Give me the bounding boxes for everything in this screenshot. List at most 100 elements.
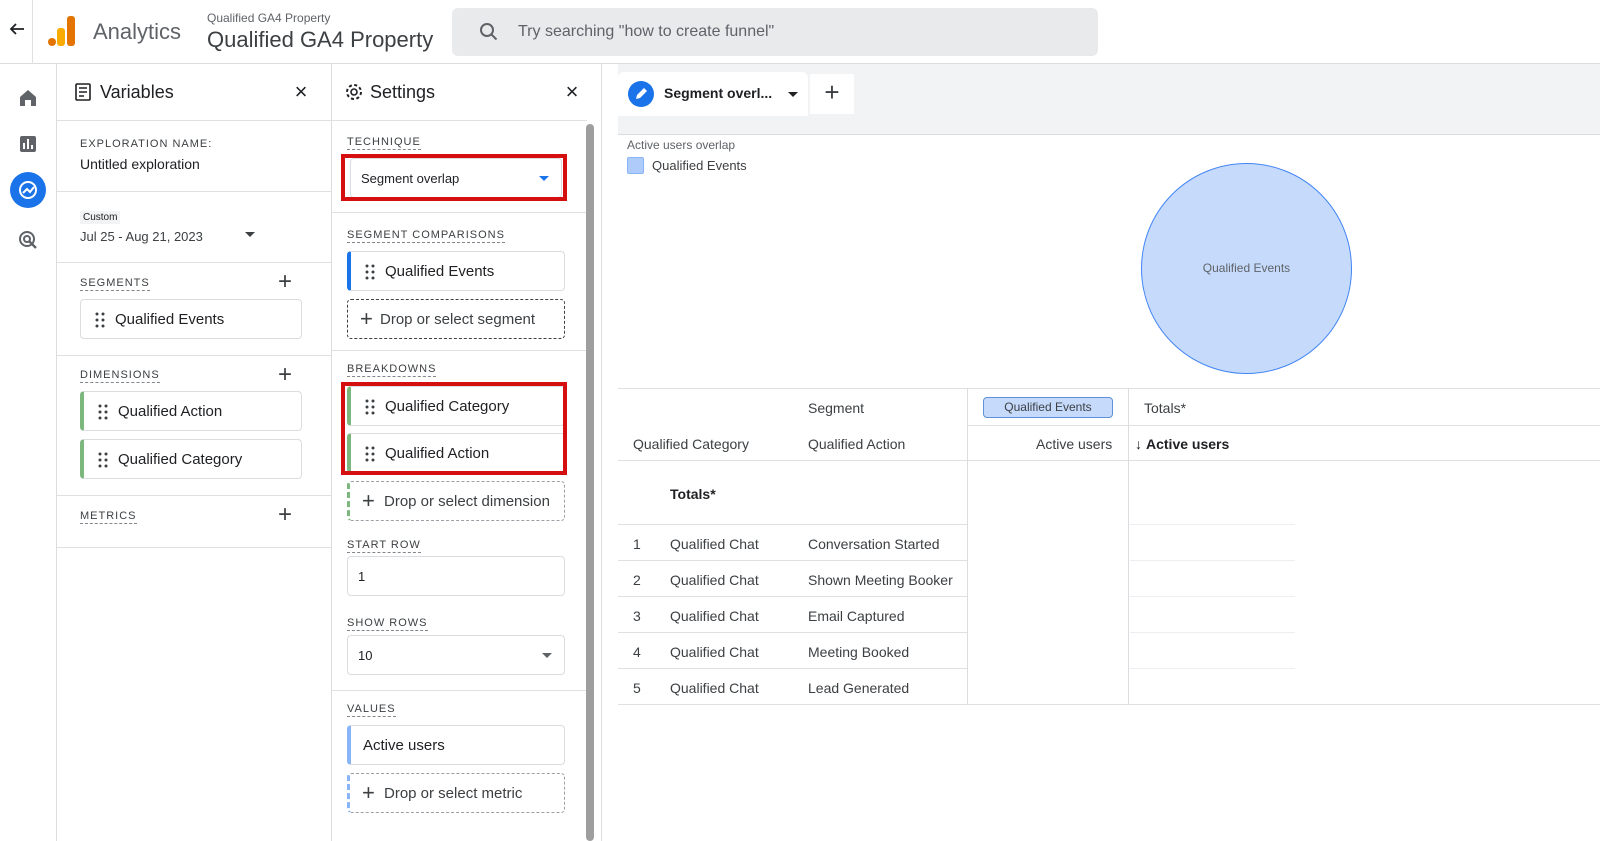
segment-chip[interactable]: Qualified Events [80,299,302,339]
divider [57,120,332,121]
dimension-label: Qualified Action [118,403,223,420]
tab-segment-overlap[interactable]: Segment overl... [618,72,808,116]
dimension-label: Qualified Category [118,451,243,468]
drop-metric-target[interactable]: + Drop or select metric [347,773,565,813]
add-tab-button[interactable]: + [810,74,854,114]
add-segment-icon[interactable]: + [278,270,292,294]
drag-handle-icon[interactable] [98,452,108,468]
table-cell-category[interactable]: Qualified Chat [670,572,759,588]
canvas-area [602,64,1600,841]
app-name: Analytics [93,19,182,44]
value-chip[interactable]: Active users [347,725,565,765]
technique-label: TECHNIQUE [347,136,421,150]
values-label: VALUES [347,703,396,717]
venn-label: Qualified Events [1202,261,1291,275]
sort-arrow-icon[interactable]: ↓ [1135,436,1142,452]
drag-handle-icon[interactable] [95,312,105,328]
table-cell-action[interactable]: Conversation Started [808,536,940,552]
table-cell-category[interactable]: Qualified Chat [670,608,759,624]
divider [57,262,332,263]
table-cell-category[interactable]: Qualified Chat [670,680,759,696]
value-label: Active users [363,737,445,754]
table-row-line [1130,524,1295,525]
table-border [968,425,1600,426]
table-row-line [618,560,967,561]
table-column-divider [1128,388,1129,705]
date-dropdown-icon[interactable] [245,232,255,237]
table-row-line [1130,560,1295,561]
table-row-line [618,596,967,597]
close-settings-icon[interactable]: × [561,81,583,104]
explore-icon[interactable] [10,172,46,208]
date-range[interactable]: Jul 25 - Aug 21, 2023 [80,229,203,244]
segment-column-chip[interactable]: Qualified Events [983,397,1113,418]
drag-handle-icon[interactable] [98,404,108,420]
drag-handle-icon[interactable] [365,264,375,280]
table-cell-action[interactable]: Meeting Booked [808,644,909,660]
metrics-label: METRICS [80,510,137,524]
table-cell-action[interactable]: Shown Meeting Booker [808,572,953,588]
drop-metric-label: Drop or select metric [384,785,523,802]
search-bar[interactable]: Try searching "how to create funnel" [452,8,1098,56]
table-row-line [1130,632,1295,633]
drop-segment-label: Drop or select segment [380,311,536,328]
property-name[interactable]: Qualified GA4 Property [207,27,433,53]
variables-panel: Variables × EXPLORATION NAME: Untitled e… [57,64,332,841]
plus-icon: + [362,488,375,513]
pencil-icon[interactable] [628,81,654,107]
viz-title: Active users overlap [627,138,736,152]
divider [57,355,332,356]
table-cell-category[interactable]: Qualified Chat [670,644,759,660]
table-cell-category[interactable]: Qualified Chat [670,536,759,552]
add-dimension-icon[interactable]: + [278,363,292,387]
segment-label: Qualified Events [115,311,225,328]
settings-scrollbar[interactable] [586,124,594,841]
drop-dimension-target[interactable]: + Drop or select dimension [347,481,565,521]
table-cell-action[interactable]: Email Captured [808,608,905,624]
chevron-down-icon[interactable] [788,92,798,97]
close-variables-icon[interactable]: × [290,81,312,104]
dimension-chip[interactable]: Qualified Action [80,391,302,431]
segment-comparison-label: Qualified Events [385,263,495,280]
divider [618,134,1600,135]
exploration-name-input[interactable]: Untitled exploration [80,156,200,172]
row-number: 2 [633,572,641,588]
table-cell-action[interactable]: Lead Generated [808,680,909,696]
settings-title: Settings [370,82,436,102]
column-header-category[interactable]: Qualified Category [633,436,749,452]
legend-swatch [627,157,644,174]
home-icon[interactable] [14,84,42,112]
add-metric-icon[interactable]: + [278,503,292,527]
column-header-action[interactable]: Qualified Action [808,436,905,452]
drop-dimension-label: Drop or select dimension [384,493,550,510]
divider [332,120,587,121]
totals-header: Totals* [1144,400,1187,416]
divider [57,191,332,192]
venn-circle[interactable]: Qualified Events [1141,163,1352,374]
start-row-input[interactable]: 1 [347,556,565,596]
column-header-active-users-sorted[interactable]: Active users [1146,436,1229,452]
segments-label: SEGMENTS [80,277,150,291]
back-arrow-icon[interactable] [6,20,28,42]
dimension-chip[interactable]: Qualified Category [80,439,302,479]
column-header-active-users[interactable]: Active users [1036,436,1112,452]
advertising-icon[interactable] [14,226,42,254]
divider [332,690,587,691]
drop-segment-target[interactable]: + Drop or select segment [347,299,565,339]
show-rows-select[interactable]: 10 [347,635,565,675]
show-rows-label: SHOW ROWS [347,617,428,631]
table-border [618,460,1600,461]
segment-comparison-chip[interactable]: Qualified Events [347,251,565,291]
row-number: 1 [633,536,641,552]
variables-icon [74,82,94,107]
top-bar: Analytics Qualified GA4 Property Qualifi… [0,0,1600,64]
breakdowns-label: BREAKDOWNS [347,363,437,377]
totals-row-label: Totals* [670,486,716,502]
date-badge: Custom [80,211,121,224]
analytics-logo-icon[interactable] [46,16,76,46]
account-name[interactable]: Qualified GA4 Property [207,11,330,25]
table-row-line [618,704,1600,705]
start-row-label: START ROW [347,539,421,553]
reports-icon[interactable] [14,130,42,158]
search-placeholder: Try searching "how to create funnel" [518,23,775,40]
